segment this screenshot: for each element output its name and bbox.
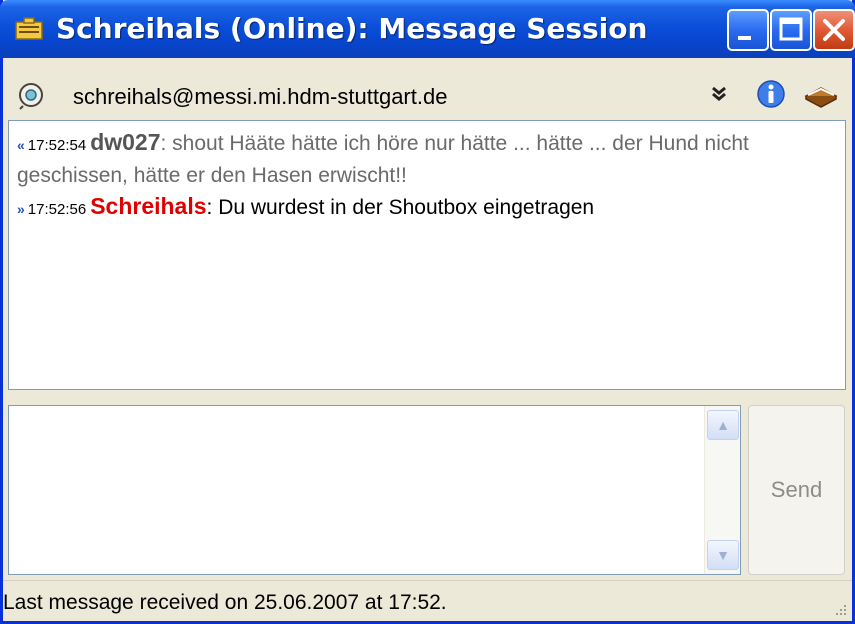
- message-session-window: Schreihals (Online): Message Session sch…: [0, 0, 855, 624]
- message-nick: Schreihals: [90, 193, 207, 219]
- maximize-button[interactable]: [770, 9, 812, 51]
- message-input[interactable]: ▲ ▼: [8, 405, 741, 575]
- scroll-down-button[interactable]: ▼: [707, 540, 739, 570]
- resize-grip-icon[interactable]: [834, 603, 848, 617]
- history-book-icon[interactable]: [803, 78, 838, 110]
- message-incoming: «17:52:54 dw027: shout Hääte hätte ich hö…: [17, 127, 837, 191]
- message-outgoing: » 17:52:56 Schreihals: Du wurdest in der S…: [17, 191, 837, 225]
- message-history[interactable]: «17:52:54 dw027: shout Hääte hätte ich hö…: [8, 120, 846, 390]
- message-text: : Du wurdest in der Shoutbox eingetragen: [206, 196, 595, 219]
- send-button[interactable]: Send: [748, 405, 845, 575]
- info-icon[interactable]: [755, 78, 787, 110]
- close-button[interactable]: [813, 9, 855, 51]
- dropdown-icon[interactable]: [703, 78, 735, 110]
- message-time: 17:52:54: [27, 137, 87, 154]
- minimize-button[interactable]: [727, 9, 769, 51]
- message-time: 17:52:56: [27, 201, 87, 218]
- contact-address: schreihals@messi.mi.hdm-stuttgart.de: [73, 84, 448, 109]
- scroll-up-button[interactable]: ▲: [707, 410, 739, 440]
- status-text: Last message received on 25.06.2007 at 1…: [3, 591, 447, 614]
- window-title: Schreihals (Online): Message Session: [56, 12, 648, 45]
- input-scrollbar[interactable]: ▲ ▼: [704, 406, 740, 574]
- contact-toolbar: schreihals@messi.mi.hdm-stuttgart.de: [3, 58, 852, 120]
- outgoing-arrow-icon: »: [17, 201, 25, 217]
- incoming-arrow-icon: «: [17, 137, 25, 153]
- title-bar[interactable]: Schreihals (Online): Message Session: [0, 0, 855, 58]
- chat-app-icon: [14, 16, 44, 42]
- contact-status-icon: [17, 82, 45, 110]
- status-bar: Last message received on 25.06.2007 at 1…: [3, 580, 852, 621]
- message-nick: dw027: [90, 129, 161, 155]
